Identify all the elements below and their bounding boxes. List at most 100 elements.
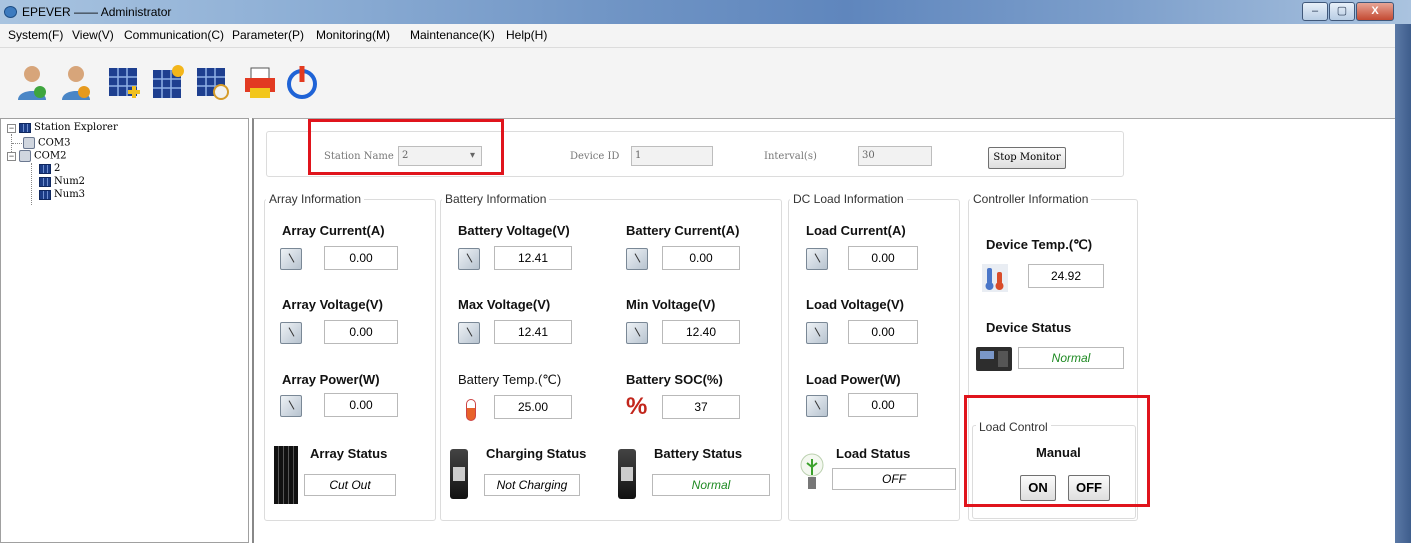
minimize-button[interactable]: –	[1302, 2, 1328, 21]
device-status-label: Device Status	[986, 320, 1072, 335]
array-group-title: Array Information	[266, 192, 365, 206]
dc-load-group-title: DC Load Information	[790, 192, 907, 206]
meter-icon	[280, 248, 302, 270]
battery-icon	[618, 449, 636, 499]
battery-temp-label: Battery Temp.(℃)	[458, 372, 562, 387]
monitor-panel: Station Name 2 ▾ Device ID 1 Interval(s) …	[252, 118, 1395, 543]
battery-voltage-value: 12.41	[494, 246, 572, 270]
app-icon	[4, 6, 17, 18]
meter-icon	[626, 248, 648, 270]
station-icon	[39, 176, 51, 187]
max-voltage-value: 12.41	[494, 320, 572, 344]
menu-bar: System(F) View(V) Communication(C) Param…	[0, 24, 1395, 48]
array-status-value: Cut Out	[304, 474, 396, 496]
array-status-label: Array Status	[310, 446, 388, 461]
tree-connector	[31, 163, 32, 205]
interval-field[interactable]: 30	[858, 146, 932, 166]
interval-label: Interval(s)	[764, 151, 817, 162]
meter-icon	[280, 395, 302, 417]
battery-icon	[450, 449, 468, 499]
controller-device-icon	[976, 347, 1012, 371]
station-name-highlight	[308, 119, 504, 175]
solar-clock-icon[interactable]	[194, 62, 230, 102]
menu-communication[interactable]: Communication(C)	[124, 28, 224, 42]
device-id-label: Device ID	[570, 151, 620, 162]
load-voltage-value: 0.00	[848, 320, 918, 344]
battery-group-title: Battery Information	[442, 192, 550, 206]
meter-icon	[458, 322, 480, 344]
expander-com2[interactable]: −	[7, 152, 16, 161]
user-settings-icon[interactable]	[58, 62, 94, 102]
menu-monitoring[interactable]: Monitoring(M)	[316, 28, 390, 42]
window-title: EPEVER —— Administrator	[22, 5, 172, 19]
load-current-label: Load Current(A)	[806, 223, 906, 238]
meter-icon	[806, 322, 828, 344]
battery-status-value: Normal	[652, 474, 770, 496]
menu-parameter[interactable]: Parameter(P)	[232, 28, 304, 42]
tree-item-2[interactable]: 2	[39, 163, 60, 174]
load-control-highlight	[964, 395, 1150, 507]
station-tree: − Station Explorer COM3 − COM2 2 Num2 Nu…	[0, 118, 249, 543]
title-bar: EPEVER —— Administrator – ▢ X	[0, 0, 1411, 24]
right-scroll-strip	[1395, 24, 1411, 543]
station-icon	[19, 122, 31, 133]
tree-num2[interactable]: Num2	[39, 176, 85, 187]
load-current-value: 0.00	[848, 246, 918, 270]
device-status-value: Normal	[1018, 347, 1124, 369]
tree-num3[interactable]: Num3	[39, 189, 85, 200]
battery-voltage-label: Battery Voltage(V)	[458, 223, 570, 238]
tree-com3[interactable]: COM3	[23, 137, 70, 149]
load-power-value: 0.00	[848, 393, 918, 417]
meter-icon	[458, 248, 480, 270]
station-icon	[39, 163, 51, 174]
battery-current-value: 0.00	[662, 246, 740, 270]
battery-soc-label: Battery SOC(%)	[626, 372, 723, 387]
battery-status-label: Battery Status	[654, 446, 743, 461]
charging-status-label: Charging Status	[486, 446, 587, 461]
printer-icon[interactable]	[242, 62, 278, 102]
port-icon	[19, 150, 31, 162]
port-icon	[23, 137, 35, 149]
meter-icon	[806, 395, 828, 417]
thermometer-icon	[466, 399, 476, 421]
battery-current-label: Battery Current(A)	[626, 223, 740, 238]
tree-com2[interactable]: COM2	[19, 150, 66, 162]
menu-maintenance[interactable]: Maintenance(K)	[410, 28, 495, 42]
min-voltage-value: 12.40	[662, 320, 740, 344]
menu-view[interactable]: View(V)	[72, 28, 114, 42]
power-icon[interactable]	[284, 62, 320, 102]
array-power-value: 0.00	[324, 393, 398, 417]
load-power-label: Load Power(W)	[806, 372, 901, 387]
device-temp-value: 24.92	[1028, 264, 1104, 288]
array-current-label: Array Current(A)	[282, 223, 385, 238]
max-voltage-label: Max Voltage(V)	[458, 297, 551, 312]
battery-soc-value: 37	[662, 395, 740, 419]
tree-root[interactable]: Station Explorer	[19, 122, 118, 133]
array-power-label: Array Power(W)	[282, 372, 380, 387]
user-icon[interactable]	[14, 62, 50, 102]
maximize-button[interactable]: ▢	[1329, 2, 1355, 21]
menu-system[interactable]: System(F)	[8, 28, 63, 42]
array-voltage-value: 0.00	[324, 320, 398, 344]
load-status-label: Load Status	[836, 446, 911, 461]
tree-connector	[12, 143, 22, 144]
meter-icon	[626, 322, 648, 344]
expander-root[interactable]: −	[7, 124, 16, 133]
min-voltage-label: Min Voltage(V)	[626, 297, 716, 312]
close-button[interactable]: X	[1356, 2, 1394, 21]
solar-add-icon[interactable]	[106, 62, 142, 102]
array-current-value: 0.00	[324, 246, 398, 270]
array-voltage-label: Array Voltage(V)	[282, 297, 383, 312]
solar-sun-icon[interactable]	[150, 62, 186, 102]
device-temp-label: Device Temp.(℃)	[986, 237, 1093, 252]
stop-monitor-button[interactable]: Stop Monitor	[988, 147, 1066, 169]
meter-icon	[280, 322, 302, 344]
thermometer-icon	[982, 264, 1008, 292]
toolbar	[0, 48, 1395, 118]
menu-help[interactable]: Help(H)	[506, 28, 547, 42]
device-id-field[interactable]: 1	[631, 146, 713, 166]
station-icon	[39, 189, 51, 200]
solar-panel-icon	[274, 446, 298, 504]
load-status-value: OFF	[832, 468, 956, 490]
lightbulb-icon	[800, 453, 824, 489]
